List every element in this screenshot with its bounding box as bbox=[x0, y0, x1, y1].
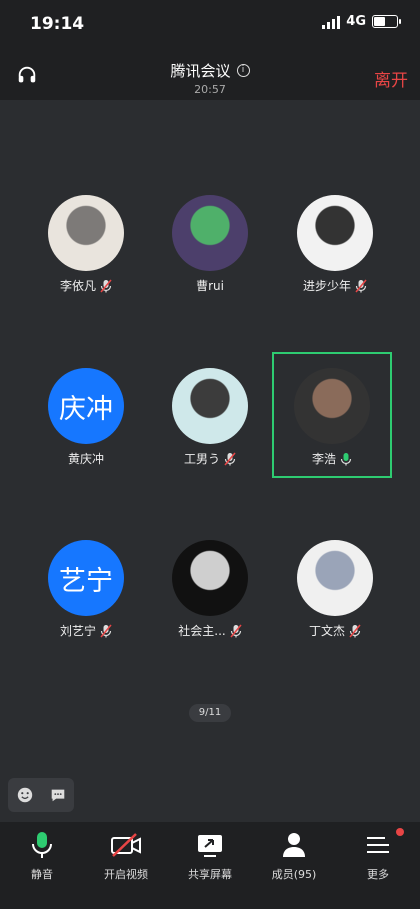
members-label: 成员(95) bbox=[271, 868, 317, 881]
participant-name-row: 丁文杰 bbox=[275, 622, 395, 639]
status-time: 19:14 bbox=[30, 14, 85, 34]
participant-name-row: 工男う bbox=[150, 450, 270, 467]
emoji-icon[interactable] bbox=[16, 786, 34, 804]
notification-dot bbox=[396, 828, 404, 836]
more-icon bbox=[367, 837, 389, 853]
bottom-toolbar: 静音 开启视频 共享屏幕 成员(95) 更多 bbox=[0, 822, 420, 909]
floating-tools bbox=[8, 778, 74, 812]
share-screen-label: 共享屏幕 bbox=[188, 868, 232, 881]
participant-name: 进步少年 bbox=[302, 279, 351, 293]
video-button[interactable]: 开启视频 bbox=[86, 830, 166, 909]
participant-name: 丁文杰 bbox=[308, 624, 345, 638]
meeting-header: 腾讯会议 i 20:57 离开 bbox=[0, 50, 420, 100]
status-indicators: 4G bbox=[322, 14, 401, 29]
participant-name: 社会主... bbox=[178, 624, 226, 638]
mic-active-icon bbox=[340, 452, 352, 465]
video-label: 开启视频 bbox=[104, 868, 148, 881]
battery-icon bbox=[372, 15, 401, 28]
members-icon bbox=[283, 833, 305, 857]
participant-name: 工男う bbox=[183, 452, 220, 466]
leave-button[interactable]: 离开 bbox=[374, 66, 408, 91]
participant-name: 刘艺宁 bbox=[59, 624, 96, 638]
mic-muted-icon bbox=[349, 624, 361, 637]
participant-name: 李浩 bbox=[311, 452, 336, 466]
participant-name-row: 社会主... bbox=[150, 622, 270, 639]
more-label: 更多 bbox=[367, 868, 389, 881]
info-icon[interactable]: i bbox=[236, 64, 250, 77]
mute-label: 静音 bbox=[31, 868, 53, 881]
network-type: 4G bbox=[346, 14, 366, 29]
participant-tile[interactable]: 进步少年 bbox=[275, 195, 395, 294]
avatar bbox=[172, 368, 248, 444]
participant-tile[interactable]: 曹rui bbox=[150, 195, 270, 294]
avatar bbox=[297, 195, 373, 271]
video-off-icon bbox=[111, 833, 141, 857]
meeting-timer: 20:57 bbox=[194, 83, 226, 96]
participant-tile[interactable]: 李依凡 bbox=[26, 195, 146, 294]
mic-muted-icon bbox=[224, 452, 236, 465]
participant-name-row: 黄庆冲 bbox=[26, 450, 146, 467]
mute-button[interactable]: 静音 bbox=[2, 830, 82, 909]
share-screen-button[interactable]: 共享屏幕 bbox=[170, 830, 250, 909]
participant-name-row: 李依凡 bbox=[26, 277, 146, 294]
mic-muted-icon bbox=[355, 279, 367, 292]
mic-icon bbox=[32, 832, 52, 858]
avatar bbox=[172, 195, 248, 271]
participant-name-row: 刘艺宁 bbox=[26, 622, 146, 639]
avatar bbox=[172, 540, 248, 616]
page-indicator: 9/11 bbox=[189, 704, 231, 722]
participant-name: 黄庆冲 bbox=[67, 452, 104, 466]
avatar-initials: 艺宁 bbox=[48, 540, 124, 616]
participant-name-row: 李浩 bbox=[274, 450, 390, 467]
signal-icon bbox=[322, 15, 341, 29]
avatar-initials: 庆冲 bbox=[48, 368, 124, 444]
mic-muted-icon bbox=[230, 624, 242, 637]
avatar bbox=[294, 368, 370, 444]
mic-muted-icon bbox=[100, 624, 112, 637]
members-button[interactable]: 成员(95) bbox=[254, 830, 334, 909]
participant-tile[interactable]: 工男う bbox=[150, 368, 270, 467]
mic-muted-icon bbox=[100, 279, 112, 292]
chat-icon[interactable] bbox=[49, 786, 67, 804]
participant-name-row: 进步少年 bbox=[275, 277, 395, 294]
participant-tile[interactable]: 李浩 bbox=[272, 352, 392, 478]
avatar bbox=[297, 540, 373, 616]
status-bar: 19:14 4G bbox=[0, 0, 420, 50]
participant-tile[interactable]: 社会主... bbox=[150, 540, 270, 639]
avatar bbox=[48, 195, 124, 271]
more-button[interactable]: 更多 bbox=[338, 828, 418, 909]
participant-name-row: 曹rui bbox=[150, 277, 270, 294]
participant-name: 李依凡 bbox=[59, 279, 96, 293]
share-screen-icon bbox=[198, 835, 222, 857]
participant-name: 曹rui bbox=[196, 279, 224, 293]
title-block: 腾讯会议 i 20:57 bbox=[0, 60, 420, 96]
participant-tile[interactable]: 丁文杰 bbox=[275, 540, 395, 639]
participant-tile[interactable]: 艺宁刘艺宁 bbox=[26, 540, 146, 639]
meeting-title[interactable]: 腾讯会议 bbox=[170, 60, 230, 81]
participant-tile[interactable]: 庆冲 黄庆冲 bbox=[26, 368, 146, 467]
